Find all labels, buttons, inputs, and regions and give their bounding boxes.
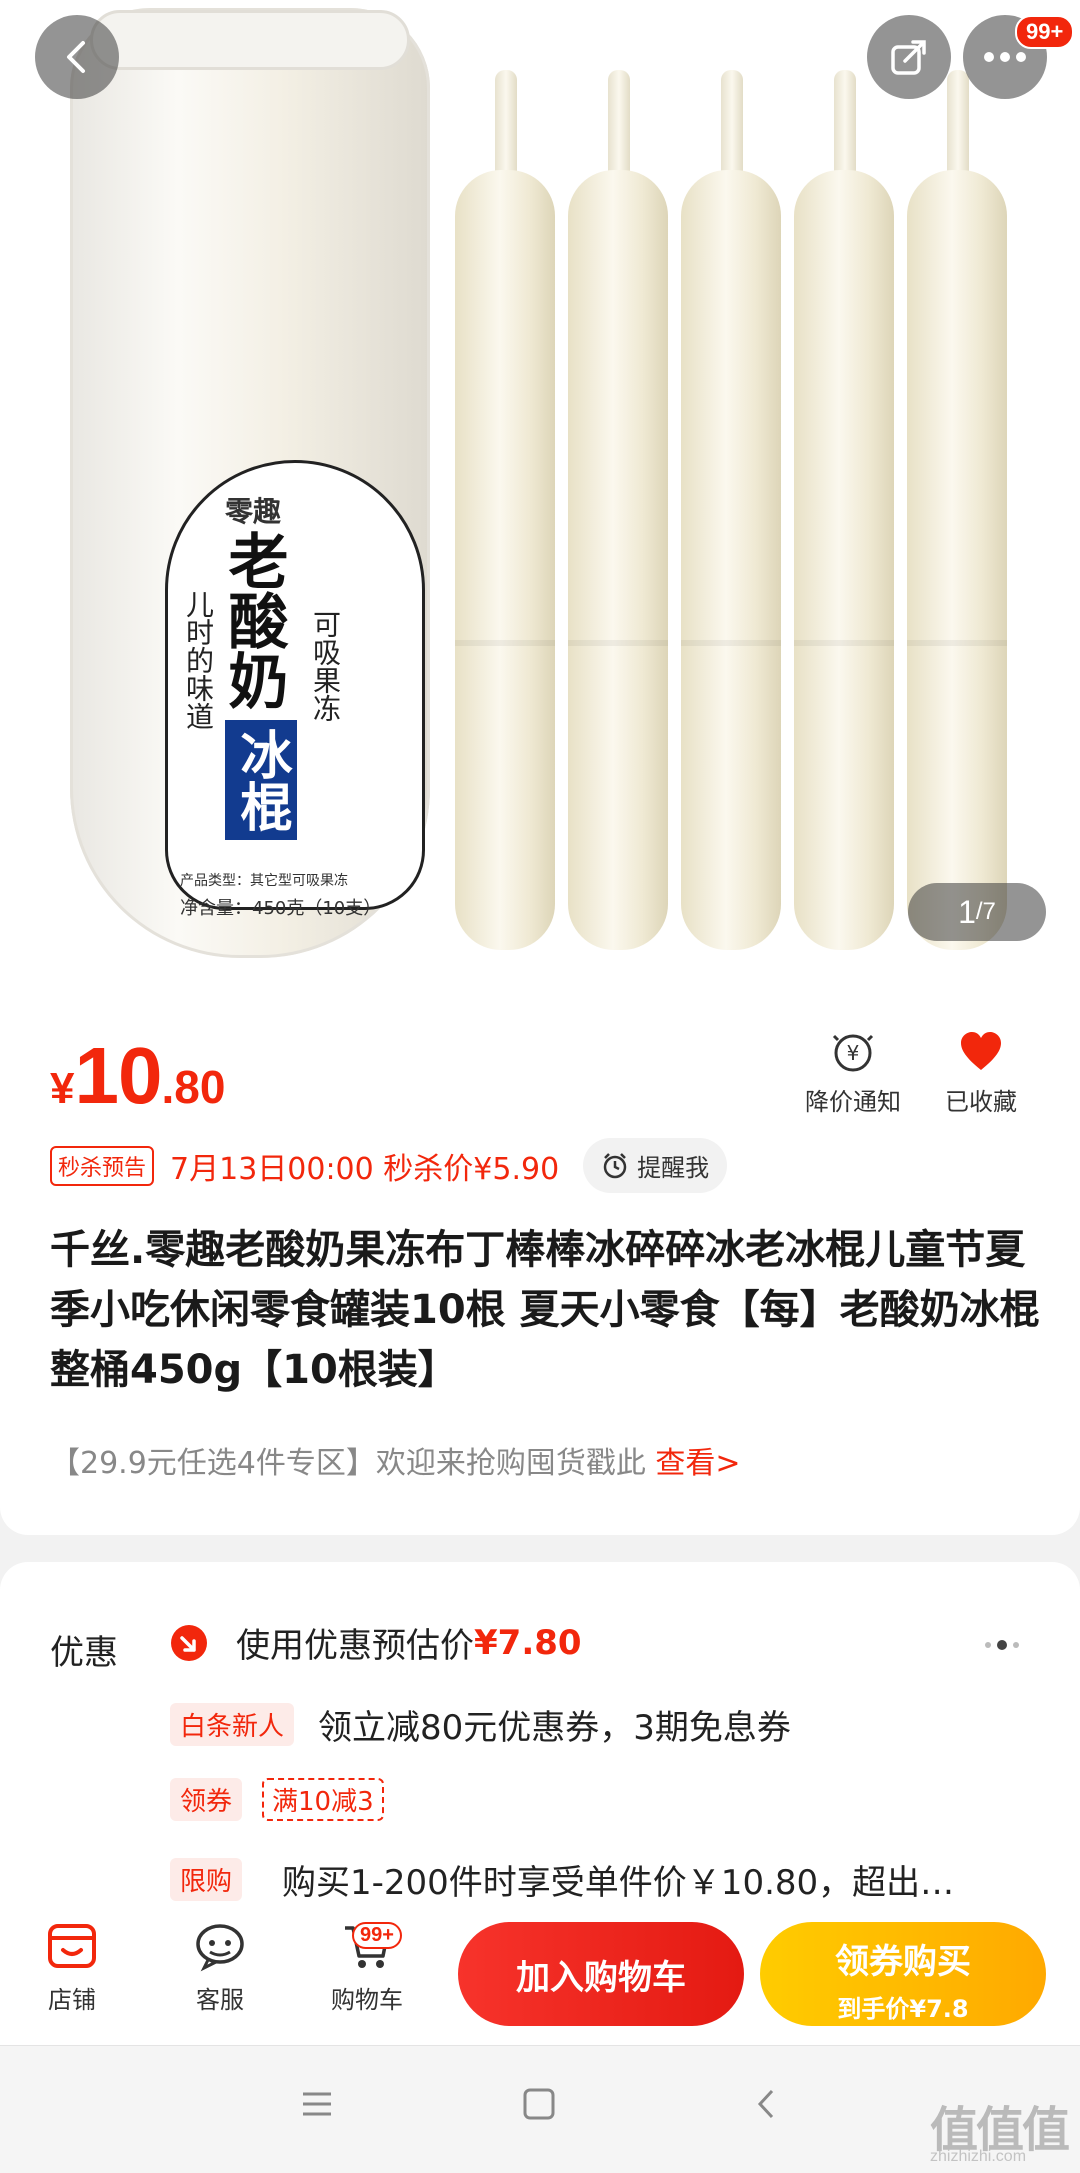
back-button[interactable] (35, 15, 119, 99)
chevron-left-icon (757, 2089, 774, 2119)
bell-yen-icon: ¥ (832, 1034, 874, 1072)
system-back-button[interactable] (750, 2085, 784, 2131)
flash-sale-row: 秒杀预告 7月13日00:00 秒杀价¥5.90 提醒我 (50, 1138, 728, 1193)
label-product-highlight: 冰棍 (225, 720, 297, 840)
watermark-url: zhizhizhi.com (930, 2148, 1027, 2165)
flash-sale-text: 7月13日00:00 秒杀价¥5.90 (170, 1151, 560, 1187)
shop-icon (48, 1924, 96, 1968)
share-icon (891, 40, 926, 75)
promo-view-link[interactable]: 查看> (655, 1446, 740, 1481)
jelly-stick (681, 70, 781, 950)
product-title: 千丝.零趣老酸奶果冻布丁棒棒冰碎碎冰老冰棍儿童节夏季小吃休闲零食罐装10根 夏天… (50, 1227, 1040, 1393)
brand-logo-text: 零趣 (225, 495, 282, 528)
discount-label: 优惠 (50, 1633, 118, 1673)
shop-button[interactable]: 店铺 (22, 1920, 122, 2015)
jelly-stick (794, 70, 894, 950)
estimated-price-row[interactable]: 使用优惠预估价 ¥7.80 (170, 1618, 582, 1667)
promo-banner[interactable]: 【29.9元任选4件专区】欢迎来抢购囤货戳此 查看> (50, 1438, 741, 1482)
share-button[interactable] (867, 15, 951, 99)
alarm-clock-icon (603, 1152, 627, 1178)
square-home-icon (523, 2088, 555, 2120)
chevron-left-icon (67, 41, 85, 73)
estimated-price: ¥7.80 (474, 1622, 582, 1663)
image-pager: 1/7 (908, 883, 1046, 941)
product-image-carousel[interactable]: 零趣 老酸奶 冰棍 儿时的味道 可吸果冻 产品类型：其它型可吸果冻 净含量：45… (0, 0, 1080, 990)
jelly-stick (455, 70, 555, 950)
flash-sale-tag: 秒杀预告 (50, 1145, 155, 1186)
add-to-cart-button[interactable]: 加入购物车 (458, 1922, 744, 2026)
product-price: ¥10.80 (50, 1031, 226, 1120)
buy-with-coupon-button[interactable]: 领券购买 到手价¥7.8 (760, 1922, 1046, 2026)
discount-pager-dots (985, 1640, 1019, 1650)
coupon-tag: 领券 (170, 1778, 243, 1821)
recent-apps-button[interactable] (300, 2085, 334, 2131)
label-slogan: 儿时的味道 (182, 590, 215, 730)
customer-service-button[interactable]: 客服 (170, 1920, 270, 2015)
svg-text:¥: ¥ (847, 1041, 860, 1065)
jar-lid (90, 10, 410, 70)
purchase-limit-row[interactable]: 限购 购买1-200件时享受单件价￥10.80，超出… (170, 1855, 954, 1904)
home-button[interactable] (522, 2085, 556, 2131)
label-product-name: 老酸奶 (218, 530, 288, 710)
heart-icon (961, 1032, 1001, 1070)
baitiao-tag: 白条新人 (170, 1703, 295, 1746)
message-badge: 99+ (1015, 15, 1075, 49)
coupon-row[interactable]: 领券 满10减3 (170, 1778, 384, 1821)
baitiao-row[interactable]: 白条新人 领立减80元优惠券，3期免息券 (170, 1700, 791, 1749)
down-arrow-badge-icon (171, 1624, 207, 1661)
jelly-stick (568, 70, 668, 950)
coupon-value-tag[interactable]: 满10减3 (262, 1778, 384, 1821)
cart-count-badge: 99+ (352, 1922, 402, 1949)
label-spec: 产品类型：其它型可吸果冻 净含量：450克（10支） (180, 873, 382, 919)
chat-bubble-icon (196, 1924, 244, 1972)
limit-tag: 限购 (170, 1858, 243, 1901)
jelly-stick (907, 70, 1007, 950)
menu-lines-icon (303, 2092, 331, 2116)
more-dots-icon (984, 52, 1026, 62)
price-alert-button[interactable]: ¥ 降价通知 (805, 1030, 901, 1117)
remind-me-button[interactable]: 提醒我 (583, 1138, 728, 1193)
label-type: 可吸果冻 (309, 610, 342, 722)
favorite-button[interactable]: 已收藏 (945, 1030, 1017, 1117)
